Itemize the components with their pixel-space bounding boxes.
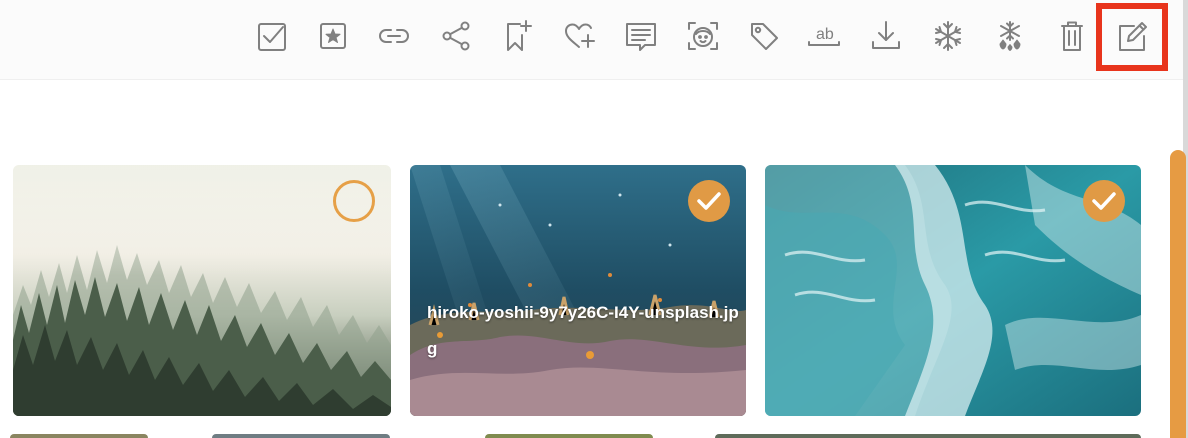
text-ab-icon: ab — [808, 26, 840, 46]
image-card-ocean-waves[interactable] — [765, 165, 1141, 416]
unfreeze-button[interactable] — [986, 12, 1034, 60]
scrollbar-thumb[interactable] — [1170, 150, 1186, 438]
image-card-forest[interactable] — [13, 165, 391, 416]
select-all-button[interactable] — [248, 12, 296, 60]
star-square-icon — [320, 23, 346, 49]
edit-icon — [1119, 22, 1147, 51]
face-scan-icon — [688, 22, 718, 50]
rename-button[interactable]: ab — [800, 12, 848, 60]
snowflake-melt-icon — [999, 21, 1021, 51]
edit-button[interactable] — [1096, 3, 1168, 71]
next-row-card[interactable] — [715, 434, 1141, 438]
download-button[interactable] — [862, 12, 910, 60]
select-toggle[interactable] — [333, 180, 375, 222]
link-icon — [379, 29, 409, 43]
trash-icon — [1061, 21, 1083, 51]
image-filename-caption: hiroko-yoshii-9y7y26C-I4Y-unsplash.jpg — [427, 303, 739, 358]
next-row-card[interactable] — [485, 434, 653, 438]
comment-button[interactable] — [617, 12, 665, 60]
face-detect-button[interactable] — [679, 12, 727, 60]
checkbox-icon — [258, 23, 286, 51]
add-bookmark-button[interactable] — [493, 12, 541, 60]
next-row-card[interactable] — [212, 434, 390, 438]
select-toggle-checked[interactable] — [1083, 180, 1125, 222]
share-button[interactable] — [432, 12, 480, 60]
bookmark-plus-icon — [507, 20, 532, 51]
select-toggle-checked[interactable] — [688, 180, 730, 222]
favorite-button[interactable] — [309, 12, 357, 60]
checkmark-icon — [1092, 192, 1116, 210]
link-button[interactable] — [370, 12, 418, 60]
tag-button[interactable] — [740, 12, 788, 60]
comment-icon — [626, 23, 656, 51]
tag-icon — [751, 23, 778, 50]
delete-button[interactable] — [1048, 12, 1096, 60]
snowflake-icon — [935, 21, 961, 51]
toolbar: ab — [0, 0, 1188, 80]
next-row-card[interactable] — [10, 434, 148, 438]
freeze-button[interactable] — [924, 12, 972, 60]
add-like-button[interactable] — [555, 12, 603, 60]
text-ab-glyph: ab — [816, 26, 834, 43]
checkmark-icon — [697, 192, 721, 210]
heart-plus-icon — [565, 23, 595, 48]
download-icon — [872, 21, 900, 49]
image-card-coral-reef[interactable]: hiroko-yoshii-9y7y26C-I4Y-unsplash.jpg — [410, 165, 746, 416]
share-icon — [442, 21, 470, 51]
